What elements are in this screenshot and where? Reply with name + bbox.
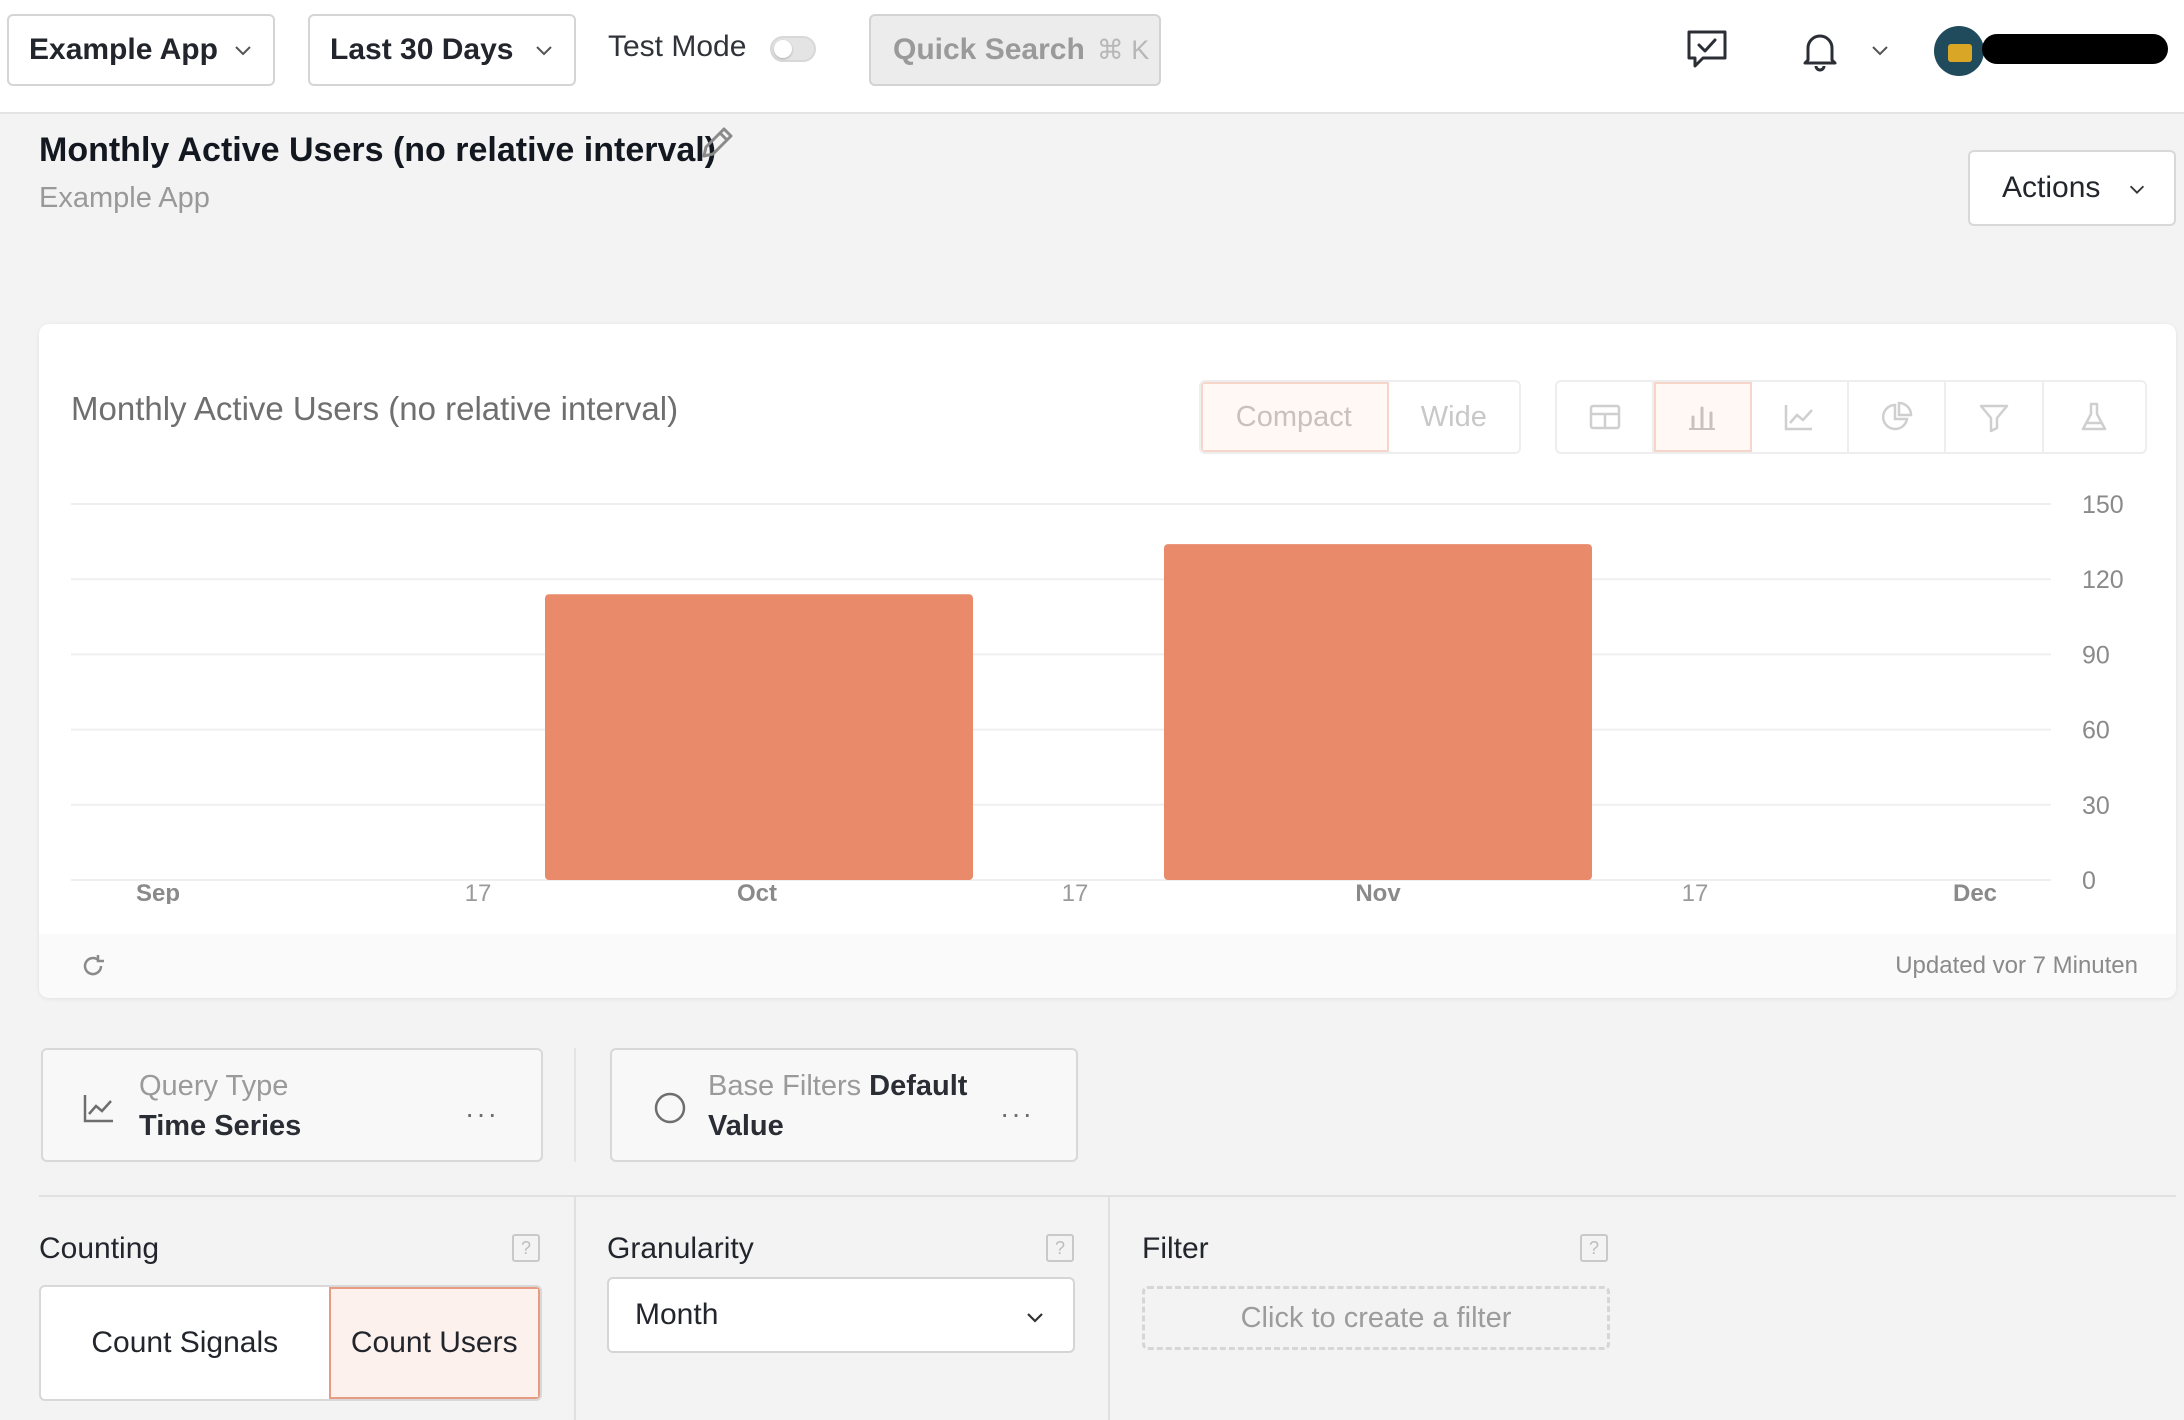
avatar[interactable] <box>1934 26 1984 76</box>
page-title: Monthly Active Users (no relative interv… <box>39 131 717 169</box>
quick-search-button[interactable]: Quick Search ⌘ K <box>869 14 1161 86</box>
divider <box>1108 1195 1110 1420</box>
bar-chart-icon <box>1689 406 1716 430</box>
table-icon <box>1589 404 1620 430</box>
actions-button[interactable]: Actions <box>1968 150 2176 226</box>
count-users-button[interactable]: Count Users <box>328 1287 540 1399</box>
x-tick-label: Sep <box>136 880 180 904</box>
bar-chart: 0 30 60 90 120 150 Sep 17 Oct 17 Nov 17 Dec <box>71 491 2124 904</box>
granularity-select[interactable]: Month <box>607 1277 1075 1353</box>
redacted-username <box>1982 34 2168 64</box>
more-options-icon[interactable]: ··· <box>1000 1098 1034 1130</box>
bar-oct <box>545 594 973 880</box>
date-range-select[interactable]: Last 30 Days <box>308 14 576 86</box>
create-filter-button[interactable]: Click to create a filter <box>1142 1286 1610 1350</box>
y-tick-label: 150 <box>2082 491 2124 519</box>
counting-toggle: Count Signals Count Users <box>39 1285 542 1401</box>
test-mode-label: Test Mode <box>608 30 747 63</box>
line-chart-icon <box>1785 405 1814 431</box>
more-options-icon[interactable]: ··· <box>465 1098 499 1130</box>
y-tick-label: 120 <box>2082 566 2124 594</box>
feedback-icon[interactable] <box>1683 26 1731 74</box>
view-type-toggle <box>1555 380 2147 454</box>
experiment-view-button[interactable] <box>2044 382 2145 452</box>
query-type-box[interactable]: Query Type Time Series ··· <box>41 1048 543 1162</box>
quick-search-label: Quick Search <box>893 33 1085 66</box>
x-tick-label: Nov <box>1355 880 1401 904</box>
help-icon[interactable]: ? <box>512 1234 540 1262</box>
x-tick-label: Dec <box>1953 880 1997 904</box>
x-tick-label: Oct <box>737 880 777 904</box>
query-type-value: Time Series <box>139 1110 302 1142</box>
line-chart-view-button[interactable] <box>1752 382 1850 452</box>
chart-card: Monthly Active Users (no relative interv… <box>39 324 2176 998</box>
app-select-label: Example App <box>29 33 218 66</box>
y-tick-label: 60 <box>2082 717 2110 745</box>
count-signals-button[interactable]: Count Signals <box>41 1287 329 1399</box>
pie-chart-icon <box>1881 401 1912 431</box>
chart-title: Monthly Active Users (no relative interv… <box>71 390 679 427</box>
app-select[interactable]: Example App <box>7 14 275 86</box>
query-type-label: Query Type <box>139 1070 289 1102</box>
chevron-down-icon <box>235 46 251 56</box>
updated-timestamp: Updated vor 7 Minuten <box>1895 952 2138 979</box>
base-filters-label: Base Filters <box>708 1070 862 1102</box>
x-tick-label: 17 <box>465 880 492 904</box>
refresh-icon[interactable] <box>79 952 107 980</box>
layout-compact-button[interactable]: Compact <box>1201 382 1389 452</box>
test-mode-toggle[interactable] <box>770 36 816 62</box>
divider <box>574 1048 576 1162</box>
toggle-knob <box>774 40 792 58</box>
granularity-label: Granularity <box>607 1232 754 1265</box>
y-tick-label: 30 <box>2082 792 2110 820</box>
line-chart-icon <box>83 1095 113 1123</box>
x-tick-label: 17 <box>1682 880 1709 904</box>
layout-wide-button[interactable]: Wide <box>1389 382 1519 452</box>
circle-icon <box>654 1092 686 1124</box>
pie-chart-view-button[interactable] <box>1849 382 1947 452</box>
filter-label: Filter <box>1142 1232 1209 1265</box>
chevron-down-icon <box>1027 1313 1043 1323</box>
help-icon[interactable]: ? <box>1046 1234 1074 1262</box>
help-icon[interactable]: ? <box>1580 1234 1608 1262</box>
funnel-view-button[interactable] <box>1946 382 2044 452</box>
pencil-icon[interactable] <box>696 122 738 164</box>
granularity-value: Month <box>635 1298 719 1331</box>
table-view-button[interactable] <box>1557 382 1655 452</box>
bar-chart-view-button[interactable] <box>1654 382 1752 452</box>
bell-icon[interactable] <box>1796 26 1844 74</box>
experiment-icon <box>2082 402 2107 431</box>
quick-search-shortcut: ⌘ K <box>1096 34 1150 65</box>
date-range-label: Last 30 Days <box>330 33 514 66</box>
chart-footer: Updated vor 7 Minuten <box>39 934 2176 998</box>
chevron-down-icon[interactable] <box>1868 38 1892 62</box>
y-tick-label: 0 <box>2082 867 2096 895</box>
divider <box>574 1195 576 1420</box>
layout-toggle: Compact Wide <box>1199 380 1521 454</box>
chevron-down-icon <box>536 46 552 56</box>
base-filters-box[interactable]: Base Filters Default Value ··· <box>610 1048 1078 1162</box>
counting-label: Counting <box>39 1232 160 1265</box>
y-tick-label: 90 <box>2082 641 2110 669</box>
page-subtitle: Example App <box>39 182 210 214</box>
x-tick-label: 17 <box>1062 880 1089 904</box>
top-bar: Example App Last 30 Days Test Mode Quick… <box>0 0 2184 114</box>
base-filters-text: Base Filters Default Value <box>708 1066 998 1146</box>
bar-nov <box>1164 544 1592 880</box>
chevron-down-icon <box>2129 185 2145 194</box>
actions-label: Actions <box>2002 171 2101 204</box>
funnel-icon <box>1979 404 2009 433</box>
